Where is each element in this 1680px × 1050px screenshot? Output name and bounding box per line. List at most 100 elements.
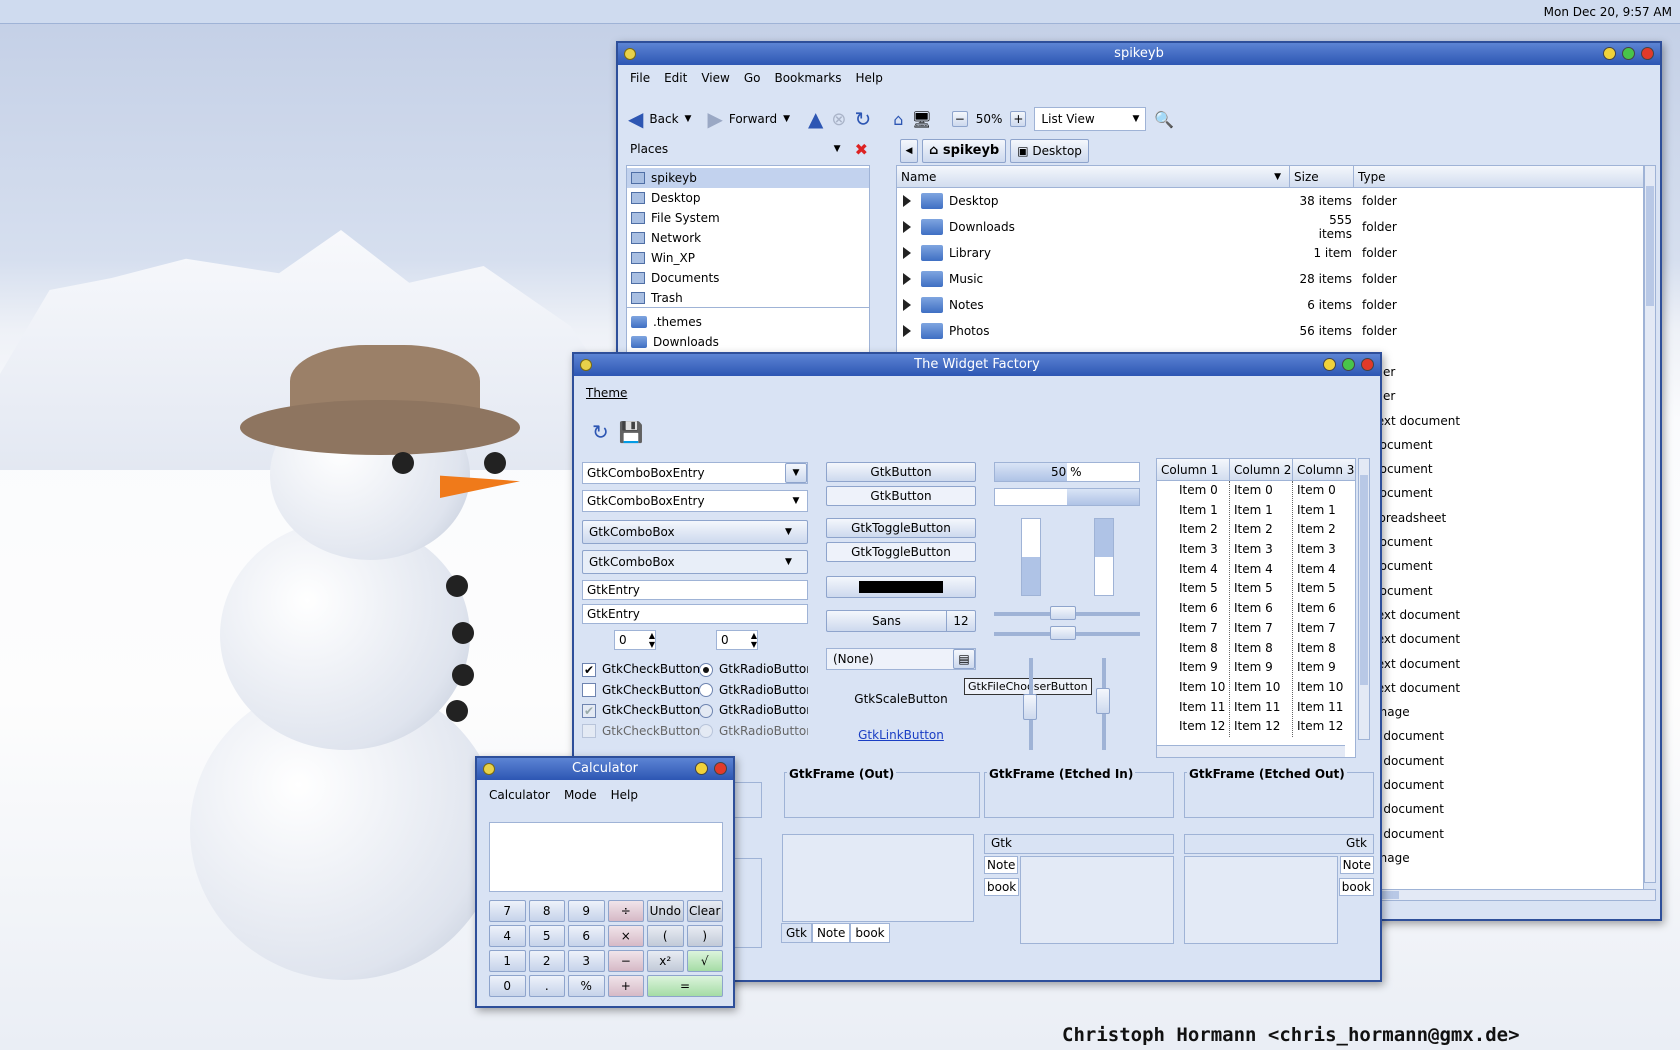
- column-header-size[interactable]: Size: [1290, 166, 1354, 187]
- calc-key[interactable]: Undo: [647, 900, 684, 922]
- combo-box-2[interactable]: GtkComboBox ▼: [582, 550, 808, 574]
- close-sidebar-icon[interactable]: ✖: [855, 140, 868, 159]
- calc-key[interactable]: 3: [568, 950, 605, 972]
- tree-cell[interactable]: Item 3: [1234, 540, 1292, 560]
- link-button[interactable]: GtkLinkButton: [826, 728, 976, 742]
- path-item-home[interactable]: ⌂ spikeyb: [922, 139, 1007, 163]
- expander-icon[interactable]: [903, 220, 911, 233]
- tree-cell[interactable]: Item 4: [1297, 560, 1348, 580]
- file-type-partial[interactable]: document: [1372, 433, 1632, 457]
- tree-cell[interactable]: Item 7: [1234, 619, 1292, 639]
- tree-cell[interactable]: Item 9: [1297, 658, 1348, 678]
- file-type-partial[interactable]: document: [1372, 481, 1632, 505]
- expander-icon[interactable]: [903, 272, 911, 285]
- tree-cell[interactable]: Item 8: [1234, 639, 1292, 659]
- chevron-down-icon[interactable]: ▼: [785, 463, 807, 483]
- scrollbar-thumb[interactable]: [1646, 186, 1654, 306]
- file-type-partial[interactable]: Image: [1372, 700, 1632, 724]
- scale-slider[interactable]: [1022, 694, 1037, 720]
- file-row[interactable]: Notes 6 items folder: [897, 292, 1643, 318]
- expander-icon[interactable]: [903, 246, 911, 259]
- menu-theme[interactable]: Theme: [586, 386, 627, 400]
- sidebar-item-winxp[interactable]: Win_XP: [627, 248, 869, 268]
- column-header-type[interactable]: Type: [1354, 166, 1386, 187]
- notebook-tab[interactable]: Gtk: [781, 923, 812, 943]
- home-icon[interactable]: ⌂: [893, 110, 903, 129]
- file-row[interactable]: Desktop 38 items folder: [897, 188, 1643, 214]
- calc-key[interactable]: ÷: [607, 900, 644, 922]
- expander-icon[interactable]: [903, 298, 911, 311]
- folder-icon[interactable]: ▤: [953, 649, 975, 669]
- close-icon[interactable]: [714, 762, 727, 775]
- radio-disabled-icon[interactable]: [699, 724, 713, 738]
- calculator-display[interactable]: [489, 822, 723, 892]
- minimize-icon[interactable]: [1323, 358, 1336, 371]
- window-menu-icon[interactable]: [624, 48, 636, 60]
- tree-cell[interactable]: Item 0: [1179, 481, 1229, 501]
- menu-bookmarks[interactable]: Bookmarks: [774, 71, 841, 85]
- reload-icon[interactable]: ↻: [855, 107, 872, 131]
- tree-cell[interactable]: Item 1: [1234, 501, 1292, 521]
- font-button[interactable]: Sans 12: [826, 610, 976, 632]
- chevron-down-icon[interactable]: ▼: [685, 114, 692, 124]
- file-type-partial[interactable]: d document: [1372, 724, 1632, 748]
- tree-cell[interactable]: Item 11: [1297, 698, 1348, 718]
- spin-arrows-icon[interactable]: ▲ ▼: [649, 631, 655, 649]
- radio-off-icon[interactable]: [699, 683, 713, 697]
- tree-cell[interactable]: Item 10: [1179, 678, 1229, 698]
- notebook-tab[interactable]: Gtk: [1184, 834, 1374, 854]
- file-type-partial[interactable]: d document: [1372, 822, 1632, 846]
- tree-cell[interactable]: Item 0: [1297, 481, 1348, 501]
- file-type-partial[interactable]: document: [1372, 554, 1632, 578]
- menu-calculator[interactable]: Calculator: [489, 788, 550, 802]
- file-type-partial[interactable]: text document: [1372, 627, 1632, 651]
- sidebar-bookmark-themes[interactable]: .themes: [627, 312, 869, 332]
- file-type-partial[interactable]: lder: [1372, 360, 1632, 384]
- file-row[interactable]: Downloads 555 items folder: [897, 213, 1643, 241]
- chevron-down-icon[interactable]: ▼: [834, 144, 841, 154]
- minimize-icon[interactable]: [1603, 47, 1616, 60]
- calc-key[interactable]: (: [647, 925, 684, 947]
- tree-cell[interactable]: Item 3: [1179, 540, 1229, 560]
- tree-cell[interactable]: Item 2: [1179, 520, 1229, 540]
- gtk-button-1[interactable]: GtkButton: [826, 462, 976, 482]
- forward-button[interactable]: ▶ Forward ▼: [707, 107, 790, 131]
- minimize-icon[interactable]: [695, 762, 708, 775]
- notebook-tab[interactable]: Note: [984, 856, 1019, 874]
- file-type-partial[interactable]: text document: [1372, 409, 1632, 433]
- expander-icon[interactable]: [903, 194, 911, 207]
- entry-1[interactable]: GtkEntry: [582, 580, 808, 600]
- tree-cell[interactable]: Item 7: [1297, 619, 1348, 639]
- scale-button[interactable]: GtkScaleButton: [826, 692, 976, 706]
- file-type-partial[interactable]: text document: [1372, 676, 1632, 700]
- radio-on-icon[interactable]: [699, 662, 713, 677]
- chevron-down-icon[interactable]: ▼: [783, 114, 790, 124]
- spin-arrows-icon[interactable]: ▲ ▼: [751, 631, 757, 649]
- file-type-partial[interactable]: text document: [1372, 603, 1632, 627]
- close-icon[interactable]: [1361, 358, 1374, 371]
- tree-cell[interactable]: Item 11: [1234, 698, 1292, 718]
- maximize-icon[interactable]: [1342, 358, 1355, 371]
- checkbox-disabled-icon[interactable]: [582, 724, 596, 738]
- calc-key[interactable]: %: [568, 975, 605, 997]
- sidebar-bookmark-downloads[interactable]: Downloads: [627, 332, 869, 352]
- color-button[interactable]: [826, 576, 976, 598]
- spin-button-1[interactable]: 0 ▲ ▼: [614, 630, 656, 650]
- calc-key[interactable]: +: [607, 975, 644, 997]
- calc-key[interactable]: −: [607, 950, 644, 972]
- refresh-icon[interactable]: ↻: [592, 420, 609, 444]
- tree-cell[interactable]: Item 0: [1234, 481, 1292, 501]
- menu-view[interactable]: View: [701, 71, 729, 85]
- combo-box-1[interactable]: GtkComboBox ▼: [582, 520, 808, 544]
- menu-mode[interactable]: Mode: [564, 788, 597, 802]
- calc-key[interactable]: =: [647, 975, 723, 997]
- menu-help[interactable]: Help: [856, 71, 883, 85]
- widget-factory-titlebar[interactable]: The Widget Factory: [574, 354, 1380, 376]
- scale-slider[interactable]: [1095, 688, 1110, 714]
- tree-cell[interactable]: Item 10: [1234, 678, 1292, 698]
- calc-key[interactable]: .: [528, 975, 565, 997]
- path-scroll-left[interactable]: ◀: [900, 139, 918, 163]
- calc-key[interactable]: 6: [568, 925, 605, 947]
- tree-horizontal-scrollbar[interactable]: [1157, 745, 1345, 757]
- tree-cell[interactable]: Item 11: [1179, 698, 1229, 718]
